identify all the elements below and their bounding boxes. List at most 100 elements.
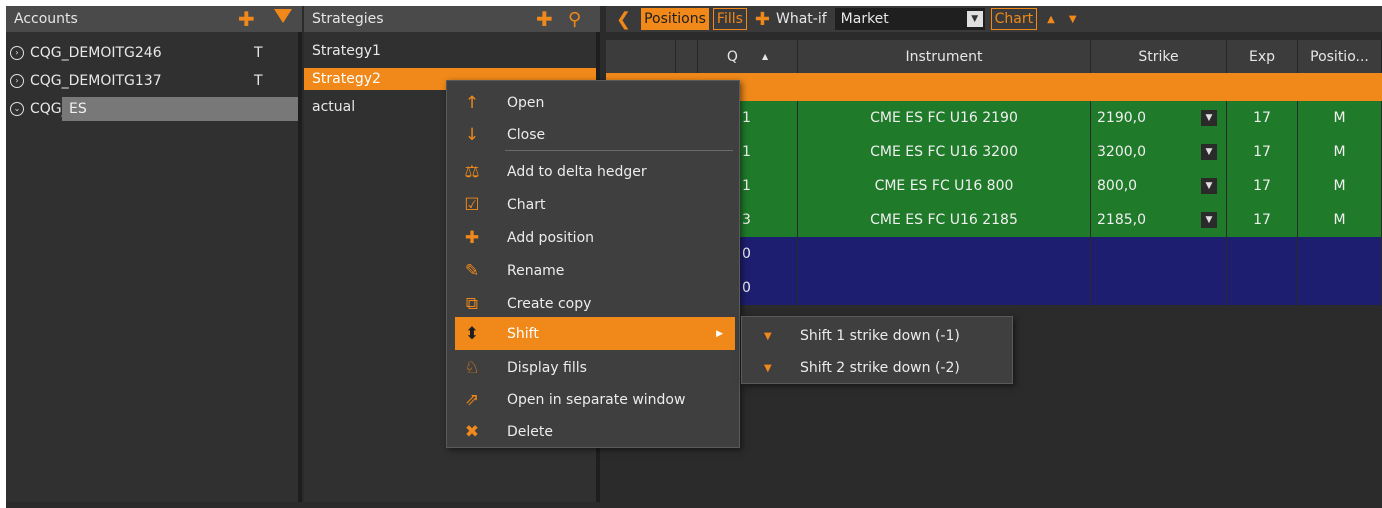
account-item[interactable]: › CQG_DEMOITG137 T xyxy=(6,69,296,93)
cell-instrument[interactable] xyxy=(798,237,1091,271)
chevron-down-icon[interactable]: ▼ xyxy=(1201,212,1217,228)
menu-item-rename[interactable]: ✎ Rename xyxy=(447,254,739,287)
chevron-down-icon[interactable]: ▼ xyxy=(966,11,983,27)
submenu-item-shift-2[interactable]: ▼ Shift 2 strike down (-2) xyxy=(742,352,1012,384)
menu-item-open[interactable]: ↑ Open xyxy=(447,86,739,119)
cell-exp[interactable]: 17 xyxy=(1227,101,1298,135)
cell-q[interactable]: 1 xyxy=(736,135,798,169)
cell-strike[interactable]: 2190,0 ▼ xyxy=(1091,101,1227,135)
column-header-exp[interactable]: Exp xyxy=(1227,40,1298,73)
cell-exp[interactable]: 17 xyxy=(1227,135,1298,169)
menu-item-delete[interactable]: ✖ Delete xyxy=(447,415,739,448)
collapse-icon[interactable]: ⌄ xyxy=(10,102,24,116)
cell-instrument[interactable]: CME ES FC U16 800 xyxy=(798,169,1091,203)
account-name: CQG_DEMOITG137 xyxy=(30,73,162,89)
cell-q[interactable]: 3 xyxy=(736,203,798,237)
column-header-blank[interactable] xyxy=(676,40,698,73)
strategies-header: Strategies ✚ ⚲ xyxy=(304,6,600,32)
strategies-title: Strategies xyxy=(312,11,384,27)
sort-down-icon[interactable]: ▼ xyxy=(1069,14,1077,25)
delete-icon: ✖ xyxy=(464,421,480,442)
tab-fills[interactable]: Fills xyxy=(712,8,747,30)
cell-instrument[interactable] xyxy=(798,271,1091,305)
cell-strike[interactable]: 3200,0 ▼ xyxy=(1091,135,1227,169)
account-child-item[interactable]: ES xyxy=(62,97,298,121)
cell-strike[interactable] xyxy=(1091,271,1227,305)
market-select[interactable]: Market ▼ xyxy=(834,8,985,30)
filter-icon[interactable] xyxy=(274,9,292,23)
menu-item-create-copy[interactable]: ⧉ Create copy xyxy=(447,287,739,320)
chart-button[interactable]: Chart xyxy=(990,8,1038,30)
column-header-blank[interactable] xyxy=(606,40,676,73)
menu-item-display-fills[interactable]: ♘ Display fills xyxy=(447,351,739,384)
menu-separator xyxy=(505,150,733,151)
branch-icon[interactable]: ⚲ xyxy=(568,9,581,30)
cell-position[interactable]: M xyxy=(1298,169,1382,203)
menu-item-add-position[interactable]: ✚ Add position xyxy=(447,221,739,254)
menu-item-shift[interactable]: ⬍ Shift ▶ xyxy=(455,317,735,350)
account-flag: T xyxy=(254,73,263,89)
menu-item-label: Add position xyxy=(507,229,595,246)
column-header-instrument[interactable]: Instrument xyxy=(798,40,1091,73)
chevron-down-icon[interactable]: ▼ xyxy=(1201,110,1217,126)
chevron-down-icon[interactable]: ▼ xyxy=(1201,178,1217,194)
account-item[interactable]: › CQG_DEMOITG246 T xyxy=(6,41,296,65)
cell-strike[interactable] xyxy=(1091,237,1227,271)
add-account-icon[interactable]: ✚ xyxy=(238,7,255,31)
cell-instrument[interactable]: CME ES FC U16 2190 xyxy=(798,101,1091,135)
accounts-title: Accounts xyxy=(14,11,78,27)
menu-item-chart[interactable]: ☑ Chart xyxy=(447,188,739,221)
cell-position[interactable]: M xyxy=(1298,135,1382,169)
submenu-item-label: Shift 1 strike down (-1) xyxy=(800,328,960,344)
column-header-label: Exp xyxy=(1248,48,1276,65)
cell-exp[interactable] xyxy=(1227,271,1298,305)
menu-item-open-in-separate-window[interactable]: ⇗ Open in separate window xyxy=(447,383,739,416)
column-header-strike[interactable]: Strike xyxy=(1091,40,1227,73)
menu-item-close[interactable]: ↓ Close xyxy=(447,118,739,151)
cell-strike[interactable]: 2185,0 ▼ xyxy=(1091,203,1227,237)
cell-exp[interactable]: 17 xyxy=(1227,169,1298,203)
add-strategy-icon[interactable]: ✚ xyxy=(536,7,553,31)
collapse-left-icon[interactable]: ❮ xyxy=(616,9,631,30)
submenu-item-shift-1[interactable]: ▼ Shift 1 strike down (-1) xyxy=(742,320,1012,352)
menu-item-add-to-delta-hedger[interactable]: ⚖ Add to delta hedger xyxy=(447,155,739,188)
cell-position[interactable] xyxy=(1298,271,1382,305)
cell-q[interactable]: 1 xyxy=(736,169,798,203)
menu-item-label: Chart xyxy=(507,196,546,213)
column-header-position[interactable]: Positio... xyxy=(1298,40,1382,73)
cell-q[interactable]: 1 xyxy=(736,101,798,135)
caret-down-icon: ▼ xyxy=(764,330,772,342)
expand-icon[interactable]: › xyxy=(10,46,24,60)
add-whatif-icon[interactable]: ✚ xyxy=(755,9,770,30)
positions-toolbar: ❮ Positions Fills ✚ What-if Market ▼ Cha… xyxy=(606,6,1382,32)
cell-position[interactable] xyxy=(1298,237,1382,271)
pencil-icon: ✎ xyxy=(464,260,480,281)
cell-q[interactable]: 0 xyxy=(736,271,798,305)
cell-position[interactable]: M xyxy=(1298,203,1382,237)
market-select-value: Market xyxy=(840,11,889,27)
cell-instrument[interactable]: CME ES FC U16 3200 xyxy=(798,135,1091,169)
chevron-down-icon[interactable]: ▼ xyxy=(1201,144,1217,160)
cell-strike[interactable]: 800,0 ▼ xyxy=(1091,169,1227,203)
fills-icon: ♘ xyxy=(464,357,480,378)
menu-item-label: Open xyxy=(507,94,545,111)
context-menu: ↑ Open ↓ Close ⚖ Add to delta hedger ☑ C… xyxy=(446,80,740,448)
expand-icon[interactable]: › xyxy=(10,74,24,88)
column-header-label: Instrument xyxy=(905,48,983,65)
tab-positions[interactable]: Positions xyxy=(641,8,709,30)
cell-instrument[interactable]: CME ES FC U16 2185 xyxy=(798,203,1091,237)
menu-item-label: Open in separate window xyxy=(507,391,686,408)
menu-item-label: Rename xyxy=(507,262,565,279)
column-header-q[interactable]: Q ▲ xyxy=(698,40,798,73)
account-name: CQG_DEMOITG246 xyxy=(30,45,162,61)
sort-up-icon[interactable]: ▲ xyxy=(1047,14,1055,25)
cell-q[interactable]: 0 xyxy=(736,237,798,271)
chart-icon: ☑ xyxy=(464,194,480,215)
caret-down-icon: ▼ xyxy=(764,362,772,374)
cell-position[interactable]: M xyxy=(1298,101,1382,135)
strategy-item[interactable]: Strategy1 xyxy=(304,40,596,62)
submenu-item-label: Shift 2 strike down (-2) xyxy=(800,360,960,376)
cell-exp[interactable]: 17 xyxy=(1227,203,1298,237)
plus-icon: ✚ xyxy=(464,227,480,248)
cell-exp[interactable] xyxy=(1227,237,1298,271)
